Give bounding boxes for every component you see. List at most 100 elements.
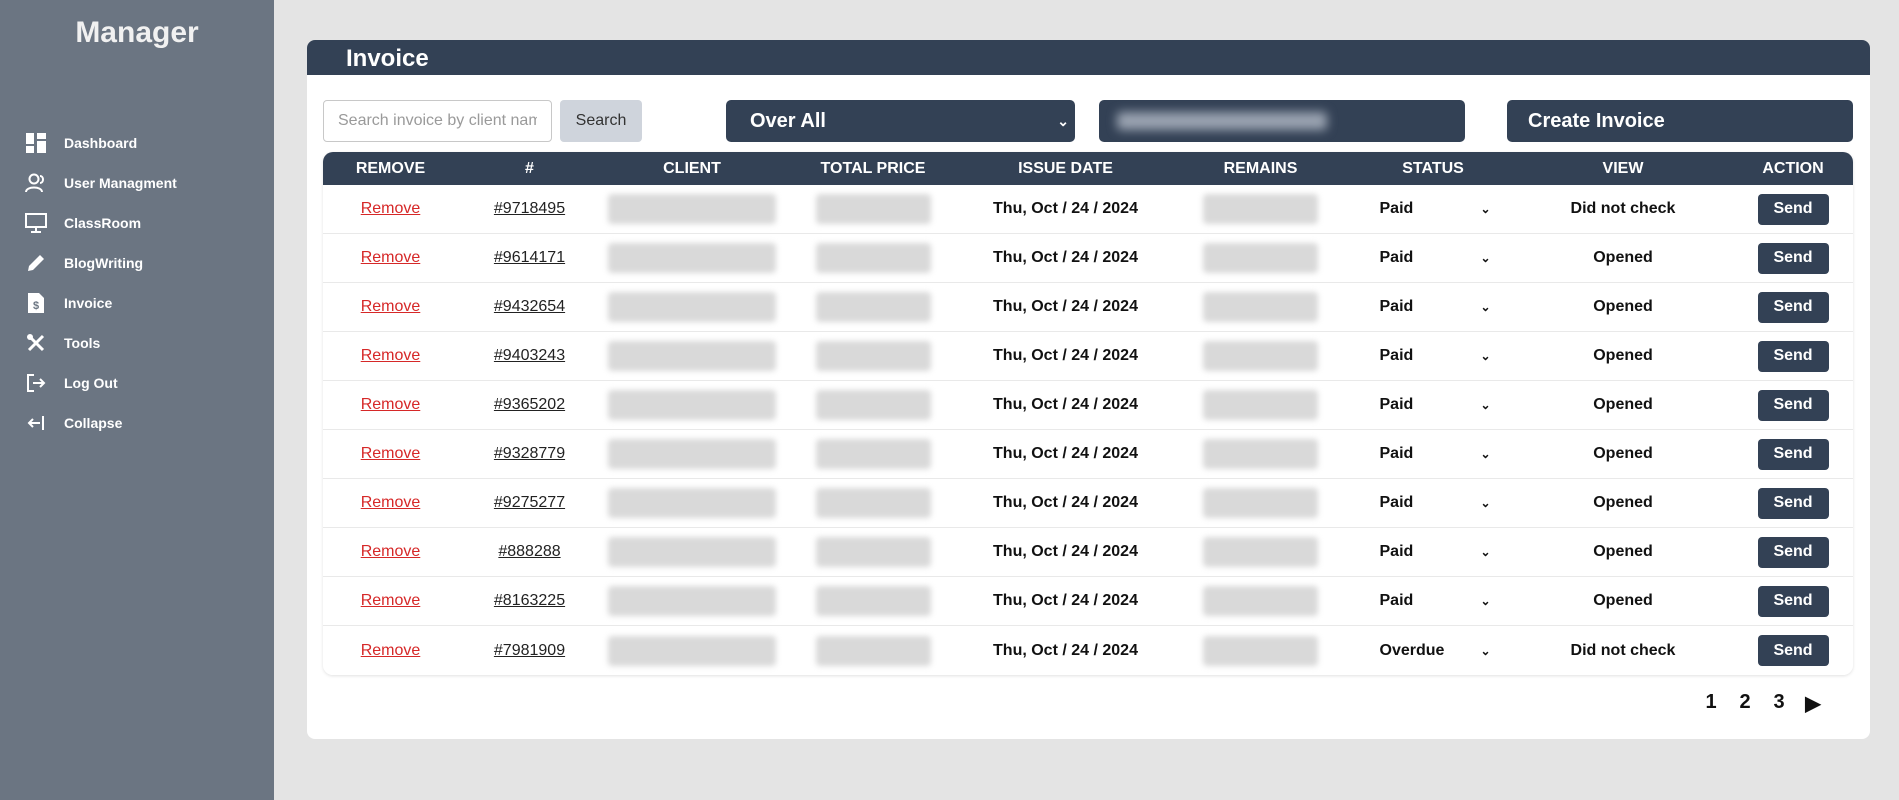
view-status: Did not check <box>1570 641 1676 659</box>
column-header[interactable]: VIEW <box>1513 160 1733 178</box>
status-filter-select[interactable]: Over All ⌄ <box>726 100 1075 142</box>
send-button[interactable]: Send <box>1757 193 1829 225</box>
remove-link[interactable]: Remove <box>361 298 421 316</box>
total-price-cell <box>783 390 963 420</box>
send-button[interactable]: Send <box>1757 389 1829 421</box>
sidebar-item-invoice[interactable]: $ Invoice <box>0 283 274 323</box>
sidebar-item-blogwriting[interactable]: BlogWriting <box>0 243 274 283</box>
chevron-down-icon: ⌄ <box>1480 251 1491 265</box>
action-cell: Send <box>1733 389 1853 421</box>
remove-link[interactable]: Remove <box>361 200 421 218</box>
sidebar-item-dashboard[interactable]: Dashboard <box>0 123 274 163</box>
sidebar: Manager Dashboard User Managment ClassRo… <box>0 0 274 800</box>
client-cell <box>601 635 783 666</box>
page-link-1[interactable]: 1 <box>1694 691 1728 716</box>
invoice-id-link[interactable]: #8163225 <box>494 592 565 610</box>
status-select[interactable]: Paid ⌄ <box>1376 494 1491 512</box>
redacted-client <box>608 635 776 666</box>
send-button[interactable]: Send <box>1757 635 1829 666</box>
send-button[interactable]: Send <box>1757 536 1829 568</box>
status-select[interactable]: Paid ⌄ <box>1376 200 1491 218</box>
invoice-id-link[interactable]: #9718495 <box>494 200 565 218</box>
status-select[interactable]: Overdue ⌄ <box>1376 642 1491 660</box>
invoice-id-link[interactable]: #9365202 <box>494 396 565 414</box>
sidebar-item-logout[interactable]: Log Out <box>0 363 274 403</box>
sidebar-item-user-management[interactable]: User Managment <box>0 163 274 203</box>
remove-cell: Remove <box>323 396 458 414</box>
create-invoice-button[interactable]: Create Invoice <box>1507 100 1853 142</box>
status-select[interactable]: Paid ⌄ <box>1376 445 1491 463</box>
column-header[interactable]: TOTAL PRICE <box>783 160 963 178</box>
send-button[interactable]: Send <box>1757 487 1829 519</box>
send-button[interactable]: Send <box>1757 340 1829 372</box>
invoice-id-link[interactable]: #9614171 <box>494 249 565 267</box>
view-status: Opened <box>1593 249 1653 266</box>
redacted-total-price <box>815 341 931 371</box>
remove-cell: Remove <box>323 249 458 267</box>
sidebar-item-classroom[interactable]: ClassRoom <box>0 203 274 243</box>
sidebar-item-collapse[interactable]: Collapse <box>0 403 274 443</box>
column-header[interactable]: STATUS <box>1353 160 1513 178</box>
invoice-id-link[interactable]: #9403243 <box>494 347 565 365</box>
send-button[interactable]: Send <box>1757 291 1829 323</box>
table-row: Remove #9718495 Thu, Oct / 24 / 2024 Paid ⌄ D… <box>323 185 1853 234</box>
status-select[interactable]: Paid ⌄ <box>1376 396 1491 414</box>
status-select[interactable]: Paid ⌄ <box>1376 347 1491 365</box>
remove-link[interactable]: Remove <box>361 494 421 512</box>
send-button[interactable]: Send <box>1757 585 1829 617</box>
view-cell: Opened <box>1513 494 1733 512</box>
column-header[interactable]: ACTION <box>1733 160 1853 178</box>
remove-link[interactable]: Remove <box>361 347 421 365</box>
search-input[interactable] <box>323 100 552 142</box>
invoice-id-link[interactable]: #9328779 <box>494 445 565 463</box>
remove-link[interactable]: Remove <box>361 543 421 561</box>
status-select[interactable]: Paid ⌄ <box>1376 298 1491 316</box>
remove-link[interactable]: Remove <box>361 592 421 610</box>
issue-date: Thu, Oct / 24 / 2024 <box>993 298 1138 315</box>
table-row: Remove #9328779 Thu, Oct / 24 / 2024 Paid ⌄ O… <box>323 430 1853 479</box>
redacted-remains <box>1203 194 1318 224</box>
invoice-table: REMOVE # CLIENT TOTAL PRICE ISSUE DATE R… <box>323 152 1853 675</box>
send-button[interactable]: Send <box>1757 438 1829 470</box>
remove-link[interactable]: Remove <box>361 249 421 267</box>
sidebar-item-label: ClassRoom <box>64 215 142 231</box>
invoice-id-link[interactable]: #7981909 <box>494 642 565 660</box>
invoice-id-cell: #8163225 <box>458 592 601 610</box>
column-header[interactable]: CLIENT <box>601 160 783 178</box>
status-select[interactable]: Paid ⌄ <box>1376 543 1491 561</box>
page-link-3[interactable]: 3 <box>1762 691 1796 716</box>
remove-link[interactable]: Remove <box>361 396 421 414</box>
redacted-remains <box>1203 537 1318 567</box>
next-page-icon[interactable]: ▶ <box>1796 691 1830 716</box>
table-row: Remove #9275277 Thu, Oct / 24 / 2024 Paid ⌄ O… <box>323 479 1853 528</box>
action-cell: Send <box>1733 438 1853 470</box>
invoice-id-link[interactable]: #9275277 <box>494 494 565 512</box>
status-select[interactable]: Paid ⌄ <box>1376 592 1491 610</box>
remains-cell <box>1168 390 1353 420</box>
dashboard-icon <box>24 131 48 155</box>
total-price-cell <box>783 243 963 273</box>
remove-link[interactable]: Remove <box>361 642 421 660</box>
column-header[interactable]: # <box>458 160 601 178</box>
column-header[interactable]: REMAINS <box>1168 160 1353 178</box>
remove-link[interactable]: Remove <box>361 445 421 463</box>
redacted-remains <box>1203 390 1318 420</box>
search-button[interactable]: Search <box>560 100 642 142</box>
column-header[interactable]: ISSUE DATE <box>963 160 1168 178</box>
issue-date: Thu, Oct / 24 / 2024 <box>993 592 1138 609</box>
sidebar-item-tools[interactable]: Tools <box>0 323 274 363</box>
chevron-down-icon: ⌄ <box>1480 447 1491 461</box>
invoice-icon: $ <box>24 291 48 315</box>
issue-date: Thu, Oct / 24 / 2024 <box>993 249 1138 266</box>
invoice-id-link[interactable]: #9432654 <box>494 298 565 316</box>
invoice-id-link[interactable]: #888288 <box>498 543 560 561</box>
send-button[interactable]: Send <box>1757 242 1829 274</box>
logout-icon <box>24 371 48 395</box>
status-select[interactable]: Paid ⌄ <box>1376 249 1491 267</box>
issue-date: Thu, Oct / 24 / 2024 <box>993 494 1138 511</box>
redacted-content <box>1117 112 1327 130</box>
redacted-field[interactable] <box>1099 100 1465 142</box>
page-link-2[interactable]: 2 <box>1728 691 1762 716</box>
column-header[interactable]: REMOVE <box>323 160 458 178</box>
status-cell: Paid ⌄ <box>1353 298 1513 316</box>
